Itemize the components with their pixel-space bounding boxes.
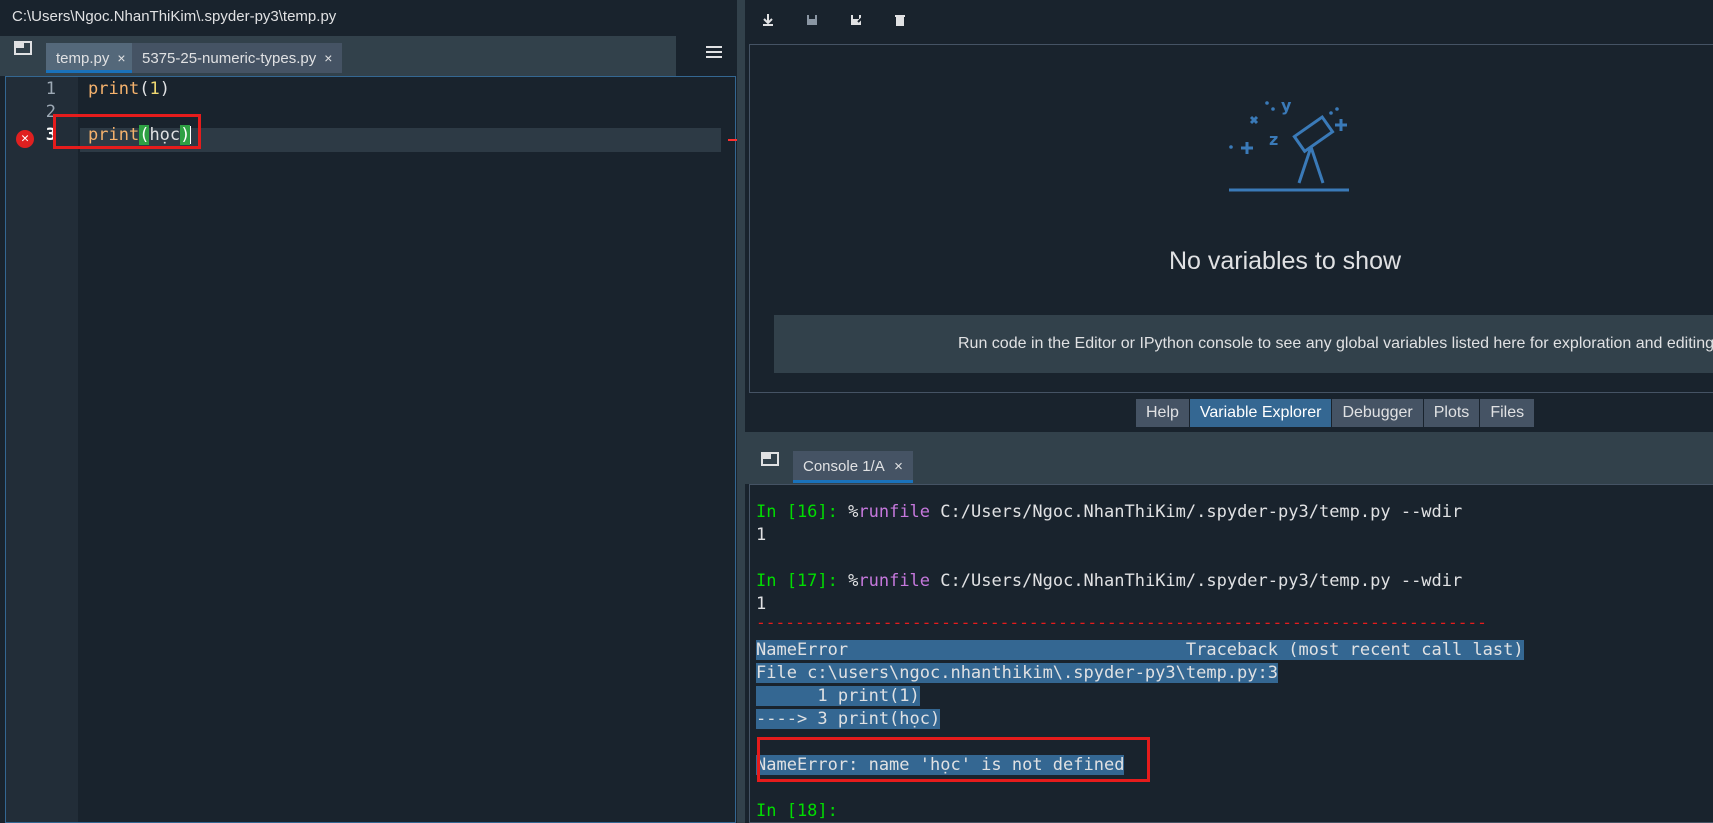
tab-plots[interactable]: Plots [1423, 399, 1481, 427]
hamburger-menu-icon[interactable] [706, 46, 722, 60]
tab-label: 5375-25-numeric-types.py [142, 50, 317, 67]
traceback-header-text: NameError Traceback (most recent call la… [756, 640, 1524, 660]
file-path: C:\Users\Ngoc.NhanThiKim\.spyder-py3\tem… [0, 0, 676, 34]
traceback-line: 1 print(1) [756, 686, 920, 706]
in-prompt: In [18]: [756, 801, 838, 821]
traceback-file: File c:\users\ngoc.nhanthikim\.spyder-py… [756, 663, 1278, 683]
tab-help[interactable]: Help [1136, 399, 1190, 427]
import-data-icon[interactable] [759, 13, 777, 31]
console-input-line: In [17]: %runfile C:/Users/Ngoc.NhanThiK… [756, 571, 1462, 591]
traceback-line: ----> 3 print(học) [756, 709, 941, 729]
line-number: 2 [45, 102, 56, 122]
pane-options-icon[interactable] [761, 452, 779, 466]
pane-options-icon[interactable] [14, 41, 32, 55]
traceback-line-text: 1 print(1) [756, 686, 920, 706]
tab-console[interactable]: Console 1/A × [793, 451, 913, 483]
annotation-box [757, 737, 1150, 782]
in-prompt: In [16]: [756, 502, 838, 522]
svg-text:y: y [1281, 96, 1292, 115]
tab-debugger[interactable]: Debugger [1332, 399, 1424, 427]
close-icon[interactable]: × [894, 458, 903, 475]
tab-variable-explorer[interactable]: Variable Explorer [1189, 399, 1333, 427]
tab-label: temp.py [56, 50, 110, 67]
code-paren: ( [139, 79, 150, 99]
empty-state-title: No variables to show [1168, 247, 1402, 275]
delete-icon[interactable] [891, 13, 909, 31]
tab-label: Console 1/A [803, 458, 884, 475]
close-icon[interactable]: × [117, 50, 125, 66]
pane-splitter[interactable] [737, 0, 745, 823]
annotation-box [53, 114, 201, 149]
code-line-1: print(1) [88, 79, 170, 99]
console-output: 1 [756, 594, 767, 614]
tab-temp-py[interactable]: temp.py × [46, 43, 136, 73]
telescope-icon: z y [1229, 96, 1349, 192]
command-args: C:/Users/Ngoc.NhanThiKim/.spyder-py3/tem… [930, 502, 1463, 522]
traceback-file-text: File c:\users\ngoc.nhanthikim\.spyder-py… [756, 663, 1278, 683]
console-input-line: In [18]: [756, 801, 838, 821]
svg-text:z: z [1269, 130, 1278, 149]
code-editor[interactable]: 1 2 3 ✕ print(1) print(học) [5, 76, 737, 823]
error-icon[interactable]: ✕ [16, 130, 34, 148]
command-args: C:/Users/Ngoc.NhanThiKim/.spyder-py3/tem… [930, 571, 1463, 591]
traceback-line-text: ----> 3 print(học) [756, 709, 941, 729]
magic-prefix: % [837, 571, 859, 591]
magic-prefix: % [837, 502, 859, 522]
traceback-header: NameError Traceback (most recent call la… [756, 640, 1524, 660]
line-number: 1 [45, 79, 56, 99]
empty-state-info: Run code in the Editor or IPython consol… [774, 315, 1713, 373]
code-keyword: print [88, 79, 140, 99]
in-prompt: In [17]: [756, 571, 838, 591]
console-input-line: In [16]: %runfile C:/Users/Ngoc.NhanThiK… [756, 502, 1462, 522]
plugin-tab-bar: Help Variable Explorer Debugger Plots Fi… [1136, 399, 1536, 427]
right-panes: z y No variables to show Run code in the… [745, 0, 1713, 823]
close-icon[interactable]: × [324, 50, 332, 66]
console-output: 1 [756, 525, 767, 545]
tab-files[interactable]: Files [1480, 399, 1536, 427]
line-number-gutter [6, 77, 78, 822]
save-as-icon[interactable] [847, 13, 865, 31]
code-paren: ) [159, 79, 170, 99]
magic-command: runfile [858, 502, 931, 522]
magic-command: runfile [858, 571, 931, 591]
traceback-separator: ----------------------------------------… [756, 613, 1487, 632]
code-number: 1 [149, 79, 160, 99]
variable-explorer: z y No variables to show Run code in the… [749, 44, 1713, 393]
error-scroll-marker [728, 139, 737, 141]
editor-pane: C:\Users\Ngoc.NhanThiKim\.spyder-py3\tem… [0, 0, 737, 823]
tab-numeric-types[interactable]: 5375-25-numeric-types.py × [132, 43, 343, 73]
save-data-icon[interactable] [803, 13, 821, 31]
variable-explorer-toolbar [745, 0, 1713, 44]
